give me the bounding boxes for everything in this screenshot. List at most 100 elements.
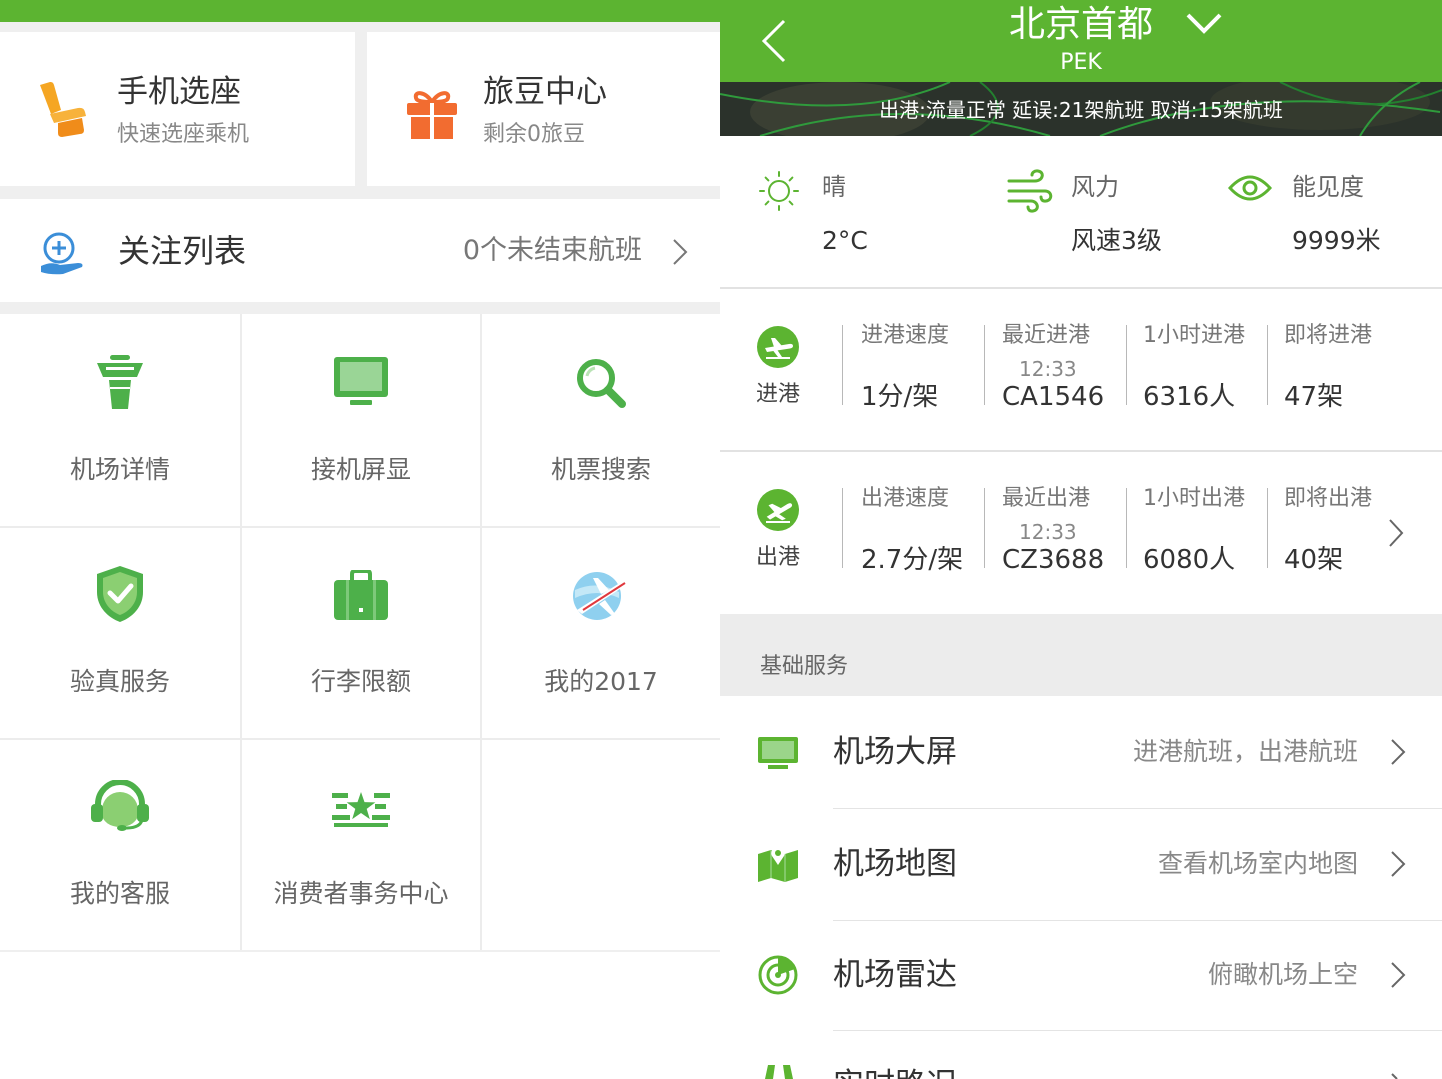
divider: [984, 488, 985, 568]
grid-item-consumer-affairs[interactable]: 消费者事务中心: [242, 740, 480, 950]
luggage-icon: [334, 570, 388, 620]
arrivals-row[interactable]: [720, 289, 1442, 450]
arrival-plane-icon: [757, 326, 799, 368]
grid-item-customer-service[interactable]: 我的客服: [0, 740, 240, 950]
airport-title[interactable]: 北京首都: [720, 4, 1442, 46]
search-icon: [577, 359, 626, 408]
service-title: 机场地图: [833, 846, 957, 882]
grid-item-baggage-allowance[interactable]: 行李限额: [242, 528, 480, 738]
bean-center-card[interactable]: 旅豆中心 剩余0旅豆: [367, 32, 720, 186]
wind-icon: [1007, 169, 1053, 213]
watchlist-icon: [41, 232, 83, 275]
grid-item-label: 接机屏显: [310, 455, 411, 484]
seat-selection-title: 手机选座: [117, 74, 241, 110]
departure-speed-value: 2.7分/架: [861, 545, 964, 575]
grid-empty-cell: [482, 740, 720, 950]
monitor-icon: [334, 357, 388, 405]
grid-item-my-2017[interactable]: 我的2017: [482, 528, 720, 738]
divider: [842, 488, 843, 568]
feature-grid: 机场详情 接机屏显 机票搜索 验真服务 行李限额 我的2017 我的客服 消费者…: [0, 314, 720, 950]
latest-departure-time: 12:33: [1019, 520, 1077, 544]
chevron-right-icon: [1391, 1073, 1398, 1079]
seat-selection-subtitle: 快速选座乘机: [117, 122, 250, 147]
service-live-traffic[interactable]: [720, 1031, 1442, 1079]
weather-condition-label: 晴: [822, 173, 846, 201]
consumer-emblem-icon: [332, 792, 390, 827]
departures-label: 出港: [755, 545, 800, 570]
upcoming-departure-label: 即将出港: [1284, 486, 1373, 511]
watchlist-status: 0个未结束航班: [462, 235, 642, 266]
gift-icon: [407, 91, 457, 139]
shield-check-icon: [97, 566, 143, 622]
latest-arrival-flight: CA1546: [1002, 382, 1105, 412]
chevron-right-icon: [1391, 962, 1406, 988]
divider: [1267, 325, 1268, 405]
monitor-icon: [758, 737, 798, 769]
latest-arrival-time: 12:33: [1019, 357, 1077, 381]
globe-plane-icon: [573, 572, 629, 620]
service-desc: 进港航班，出港航班: [1132, 737, 1358, 766]
latest-departure-flight: CZ3688: [1002, 545, 1105, 575]
weather-section: [720, 136, 1442, 287]
map-icon: [758, 847, 798, 882]
service-title: 实时路况: [833, 1067, 957, 1079]
bottom-blank-area: [0, 952, 720, 1079]
grid-item-label: 行李限额: [310, 667, 411, 696]
right-screen: 北京首都 PEK 出港:流量正常 延误:21架航班 取消:15架航班 晴 2°C: [720, 0, 1442, 1079]
divider: [842, 325, 843, 405]
chevron-down-icon[interactable]: [1185, 12, 1223, 36]
temperature-value: 2°C: [822, 226, 868, 255]
arrival-speed-label: 进港速度: [861, 323, 950, 348]
flow-status-banner: 出港:流量正常 延误:21架航班 取消:15架航班: [879, 98, 1283, 122]
grid-item-label: 机票搜索: [550, 455, 651, 484]
divider: [1126, 488, 1127, 568]
departure-plane-icon: [757, 489, 799, 531]
grid-item-label: 我的2017: [544, 667, 658, 696]
chevron-right-icon: [1391, 739, 1406, 765]
divider: [1126, 325, 1127, 405]
grid-item-pickup-screen[interactable]: 接机屏显: [242, 314, 480, 526]
latest-departure-label: 最近出港: [1002, 486, 1091, 511]
service-desc: 查看机场室内地图: [1157, 849, 1358, 878]
grid-item-airport-details[interactable]: 机场详情: [0, 314, 240, 526]
upcoming-departure-value: 40架: [1284, 545, 1344, 575]
headset-icon: [91, 780, 149, 831]
latest-arrival-label: 最近进港: [1002, 323, 1091, 348]
chevron-right-icon: [673, 239, 688, 265]
section-title: 基础服务: [760, 654, 849, 679]
wind-value: 风速3级: [1071, 226, 1162, 255]
visibility-label: 能见度: [1292, 173, 1364, 201]
airport-code: PEK: [1060, 50, 1102, 75]
divider: [1267, 488, 1268, 568]
service-desc: 俯瞰机场上空: [1207, 960, 1358, 989]
eye-icon: [1228, 175, 1272, 201]
divider: [984, 325, 985, 405]
wind-label: 风力: [1071, 173, 1119, 201]
grid-item-label: 消费者事务中心: [273, 879, 449, 908]
control-tower-icon: [97, 355, 143, 409]
hourly-arrival-label: 1小时进港: [1143, 323, 1245, 348]
seat-icon: [40, 81, 86, 137]
left-screen: 手机选座 快速选座乘机 旅豆中心 剩余0旅豆 关注列表 0个未结束航班 机场详情…: [0, 0, 720, 1079]
sun-icon: [759, 171, 799, 211]
service-title: 机场雷达: [833, 957, 957, 993]
watchlist-row[interactable]: 关注列表 0个未结束航班: [0, 199, 720, 302]
hourly-departure-label: 1小时出港: [1143, 486, 1245, 511]
hourly-arrival-value: 6316人: [1143, 382, 1236, 412]
grid-item-label: 验真服务: [69, 667, 170, 696]
road-icon: [765, 1065, 793, 1079]
arrivals-label: 进港: [755, 382, 800, 407]
hourly-departure-value: 6080人: [1143, 545, 1236, 575]
departure-speed-label: 出港速度: [861, 486, 950, 511]
bean-center-subtitle: 剩余0旅豆: [483, 122, 585, 147]
radar-icon: [758, 955, 798, 995]
seat-selection-card[interactable]: 手机选座 快速选座乘机: [0, 32, 355, 186]
chevron-right-icon: [1391, 851, 1406, 877]
visibility-value: 9999米: [1292, 226, 1381, 255]
grid-item-ticket-search[interactable]: 机票搜索: [482, 314, 720, 526]
grid-item-verification[interactable]: 验真服务: [0, 528, 240, 738]
service-title: 机场大屏: [833, 734, 957, 770]
watchlist-title: 关注列表: [118, 232, 247, 270]
departures-row[interactable]: [720, 452, 1442, 612]
chevron-right-icon[interactable]: [1388, 518, 1404, 548]
